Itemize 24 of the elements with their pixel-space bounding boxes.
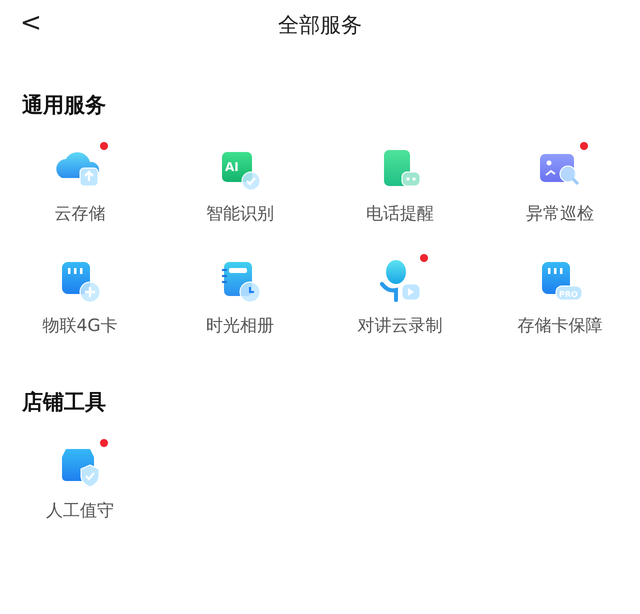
service-item[interactable]: 时光相册: [160, 252, 320, 343]
service-label: 异常巡检: [526, 203, 594, 226]
icon-text: PRO: [559, 290, 578, 298]
service-item[interactable]: 物联4G卡: [0, 252, 160, 343]
service-label: 智能识别: [206, 203, 274, 226]
back-button[interactable]: <: [14, 6, 48, 40]
page-title: 全部服务: [278, 12, 362, 39]
service-label: 物联4G卡: [42, 314, 118, 338]
icon-text: AI: [225, 160, 239, 174]
service-item[interactable]: 异常巡检: [480, 140, 640, 232]
service-label: 电话提醒: [366, 203, 434, 226]
section-title: 通用服务: [22, 92, 107, 119]
service-label: 时光相册: [206, 314, 274, 338]
service-item[interactable]: 电话提醒: [320, 140, 480, 232]
section-title: 店铺工具: [22, 389, 107, 416]
service-item[interactable]: PRO 存储卡保障: [480, 252, 640, 343]
service-item[interactable]: 对讲云录制: [320, 252, 480, 343]
service-label: 对讲云录制: [358, 314, 442, 338]
service-item[interactable]: 云存储: [0, 140, 160, 232]
service-label: 人工值守: [46, 500, 114, 523]
service-label: 存储卡保障: [518, 314, 602, 338]
service-label: 云存储: [54, 203, 106, 226]
service-item[interactable]: AI 智能识别: [160, 140, 320, 232]
service-item[interactable]: 人工值守: [0, 437, 160, 528]
